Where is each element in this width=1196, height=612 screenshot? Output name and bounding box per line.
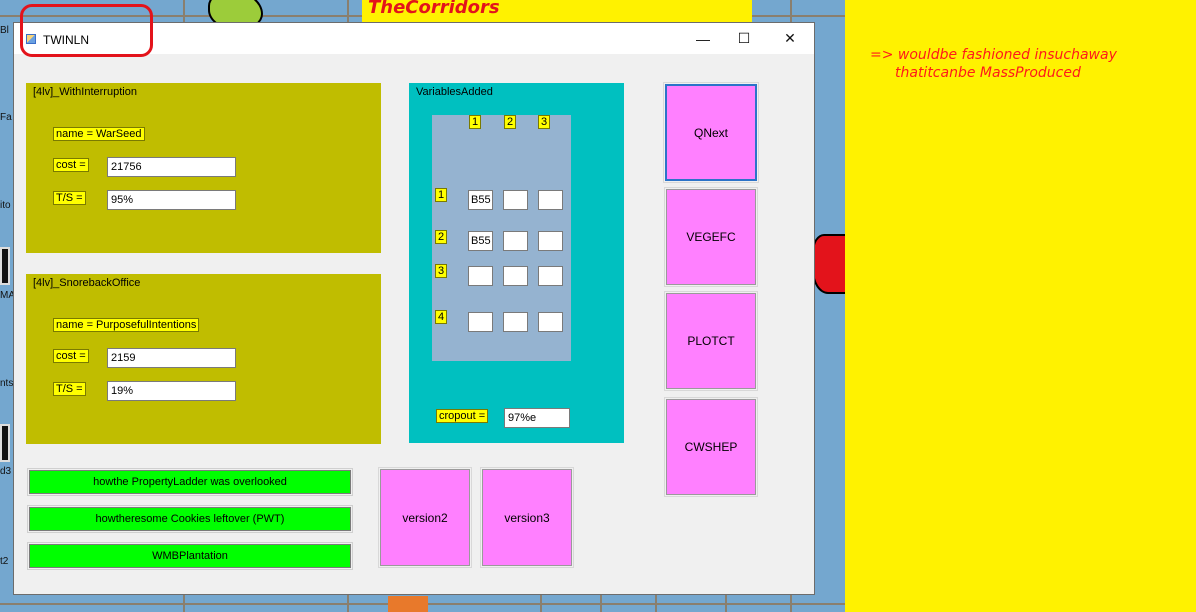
row-header: 4 <box>435 310 448 324</box>
version3-button[interactable]: version3 <box>480 467 574 568</box>
desktop-icon-label[interactable]: Fa <box>0 112 12 123</box>
annotation-highlight-oval <box>20 4 153 57</box>
desktop-icon-label[interactable]: Bl <box>0 25 9 36</box>
cost-input[interactable]: 21756 <box>107 157 236 177</box>
cost-label: cost = <box>53 158 89 172</box>
group-title: [4lv]_WithInterruption <box>32 86 138 98</box>
matrix-cell-1-2[interactable] <box>503 190 528 210</box>
property-ladder-button[interactable]: howthe PropertyLadder was overlooked <box>27 468 353 496</box>
name-label: name = WarSeed <box>53 127 145 141</box>
desktop-icon-label[interactable]: d3 <box>0 466 11 477</box>
group-title: [4lv]_SnorebackOffice <box>32 277 142 289</box>
map-shape-red <box>812 234 845 294</box>
vegefc-button[interactable]: VEGEFC <box>664 187 758 287</box>
ts-label: T/S = <box>53 382 86 396</box>
version2-button[interactable]: version2 <box>378 467 472 568</box>
minimize-button[interactable]: — <box>680 23 726 54</box>
corridors-banner-text: TheCorridors <box>368 0 500 18</box>
matrix-cell-4-3[interactable] <box>538 312 563 332</box>
map-shape-orange <box>388 596 428 612</box>
cookies-leftover-button[interactable]: howtheresome Cookies leftover (PWT) <box>27 505 353 533</box>
desktop-shortcut-icon[interactable] <box>0 424 10 462</box>
cwshep-button[interactable]: CWSHEP <box>664 397 758 497</box>
desktop-icon-label[interactable]: ito <box>0 200 11 211</box>
desktop-icon-label[interactable]: nts <box>0 378 13 389</box>
matrix-cell-2-3[interactable] <box>538 231 563 251</box>
ts-input[interactable]: 19% <box>107 381 236 401</box>
wmb-plantation-button[interactable]: WMBPlantation <box>27 542 353 570</box>
name-label: name = PurposefulIntentions <box>53 318 200 332</box>
group-snoreback-office: [4lv]_SnorebackOffice name = PurposefulI… <box>26 274 381 444</box>
column-header: 1 <box>469 115 482 129</box>
matrix-cell-1-1[interactable]: B55 <box>468 190 493 210</box>
cost-label: cost = <box>53 349 89 363</box>
maximize-button[interactable]: ☐ <box>721 23 767 54</box>
corridors-banner: TheCorridors <box>362 0 752 24</box>
row-header: 2 <box>435 230 448 244</box>
close-button[interactable]: ✕ <box>767 23 813 54</box>
desktop-icon-label[interactable]: t2 <box>0 556 8 567</box>
variables-matrix: 1 2 3 1 B55 2 B55 3 4 <box>432 115 571 361</box>
annotation-line-2: thatitcanbe MassProduced <box>895 65 1081 81</box>
qnext-button[interactable]: QNext <box>663 82 759 183</box>
matrix-cell-2-2[interactable] <box>503 231 528 251</box>
matrix-cell-4-2[interactable] <box>503 312 528 332</box>
yellow-side-panel <box>845 0 1196 612</box>
matrix-cell-3-2[interactable] <box>503 266 528 286</box>
annotation-line-1: => wouldbe fashioned insuchaway <box>870 47 1117 63</box>
annotation-note: => wouldbe fashioned insuchaway thatitca… <box>870 46 1117 82</box>
matrix-cell-1-3[interactable] <box>538 190 563 210</box>
plotct-button[interactable]: PLOTCT <box>664 291 758 391</box>
row-header: 1 <box>435 188 448 202</box>
group-with-interruption: [4lv]_WithInterruption name = WarSeed co… <box>26 83 381 253</box>
matrix-cell-3-1[interactable] <box>468 266 493 286</box>
ts-label: T/S = <box>53 191 86 205</box>
desktop-shortcut-icon[interactable] <box>0 247 10 285</box>
twinln-window: TWINLN — ☐ ✕ [4lv]_WithInterruption name… <box>13 22 815 595</box>
row-header: 3 <box>435 264 448 278</box>
matrix-cell-2-1[interactable]: B55 <box>468 231 493 251</box>
matrix-cell-4-1[interactable] <box>468 312 493 332</box>
group-title: VariablesAdded <box>415 86 494 98</box>
ts-input[interactable]: 95% <box>107 190 236 210</box>
cropout-input[interactable]: 97%e <box>504 408 570 428</box>
column-header: 3 <box>538 115 551 129</box>
cost-input[interactable]: 2159 <box>107 348 236 368</box>
matrix-cell-3-3[interactable] <box>538 266 563 286</box>
cropout-label: cropout = <box>436 409 489 423</box>
column-header: 2 <box>504 115 517 129</box>
